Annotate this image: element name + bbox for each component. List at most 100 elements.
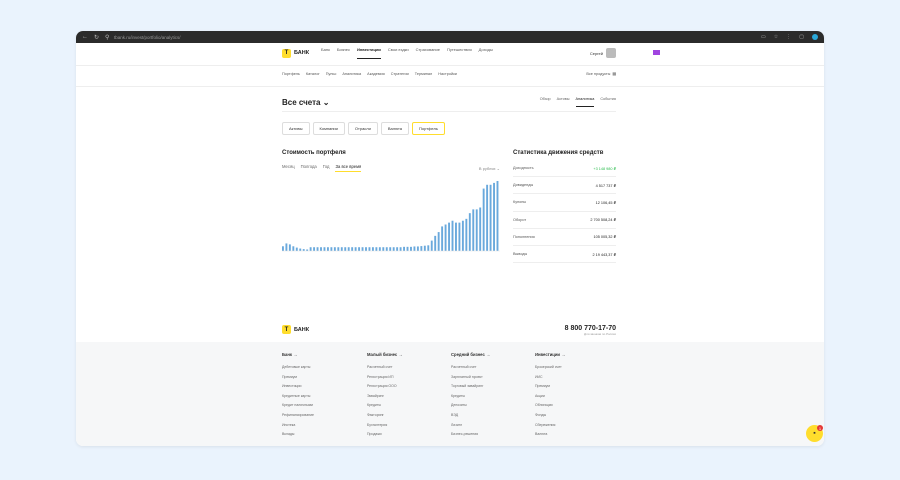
phone-number[interactable]: 8 800 770-17-70	[565, 325, 616, 332]
chart-bar[interactable]	[375, 247, 378, 251]
chart-bar[interactable]	[475, 209, 478, 251]
footer-link[interactable]: Факторинг	[367, 413, 447, 423]
chart-bar[interactable]	[489, 184, 492, 251]
chart-bar[interactable]	[299, 248, 302, 251]
profile-avatar[interactable]	[812, 34, 818, 40]
footer-link[interactable]: Рефинансирование	[282, 413, 362, 423]
segment-button[interactable]: Компании	[312, 122, 345, 135]
footer-link[interactable]: Кредитные карты	[282, 394, 362, 404]
star-icon[interactable]: ☆	[774, 34, 778, 40]
footer-link[interactable]: Расчетный счет	[367, 365, 447, 375]
chart-bar[interactable]	[309, 247, 312, 251]
footer-link[interactable]: Инвестиции	[282, 384, 362, 394]
footer-link[interactable]: Расчетный счет	[451, 365, 531, 375]
footer-link[interactable]: Депозиты	[451, 403, 531, 413]
footer-link[interactable]: Кредиты	[367, 403, 447, 413]
chart-bar[interactable]	[351, 247, 354, 251]
footer-link[interactable]: Регистрация ИП	[367, 375, 447, 385]
chart-bar[interactable]	[326, 247, 329, 251]
segment-button[interactable]: Активы	[282, 122, 310, 135]
footer-link[interactable]: Лизинг	[451, 423, 531, 433]
chart-bar[interactable]	[427, 245, 430, 251]
chart-bar[interactable]	[354, 247, 357, 251]
chart-bar[interactable]	[361, 247, 364, 251]
footer-link[interactable]: Вклады	[282, 432, 362, 442]
chart-bar[interactable]	[493, 182, 495, 251]
currency-dropdown[interactable]: В рублях ⌄	[479, 166, 500, 171]
segment-button[interactable]: Отрасли	[347, 122, 378, 135]
accounts-dropdown[interactable]: Все счета ⌄	[282, 98, 329, 107]
footer-link[interactable]: Бухгалтерия	[367, 423, 447, 433]
chart-bar[interactable]	[458, 222, 461, 251]
chart-bar[interactable]	[344, 247, 347, 251]
chart-bar[interactable]	[451, 220, 454, 251]
chart-bar[interactable]	[378, 247, 381, 251]
sub-nav-item[interactable]: Терминал	[415, 72, 433, 76]
chart-bar[interactable]	[285, 243, 288, 251]
chart-bar[interactable]	[399, 247, 402, 251]
chart-bar[interactable]	[465, 218, 468, 251]
chart-bar[interactable]	[496, 181, 499, 251]
chart-bar[interactable]	[434, 235, 437, 251]
footer-link[interactable]: Эквайринг	[367, 394, 447, 404]
account-tab[interactable]: События	[600, 97, 616, 107]
chart-bar[interactable]	[444, 224, 447, 251]
footer-link[interactable]: Продажи	[367, 432, 447, 442]
extensions-icon[interactable]: ▢	[799, 34, 804, 40]
footer-link[interactable]: Бизнес-решения	[451, 432, 531, 442]
chart-bar[interactable]	[396, 247, 399, 251]
chart-bar[interactable]	[385, 247, 388, 251]
chart-bar[interactable]	[323, 247, 326, 251]
chart-bar[interactable]	[368, 247, 371, 251]
footer-link[interactable]: Дебетовые карты	[282, 365, 362, 375]
period-tab[interactable]: Месяц	[282, 164, 295, 172]
all-products-link[interactable]: Все продукты	[586, 72, 610, 76]
chart-bar[interactable]	[455, 222, 457, 251]
chart-bar[interactable]	[382, 247, 385, 251]
menu-icon[interactable]: ⋮	[786, 34, 791, 40]
logo[interactable]: T БАНК	[282, 48, 309, 58]
chart-bar[interactable]	[316, 247, 319, 251]
chart-bar[interactable]	[437, 232, 440, 251]
footer-link[interactable]: Валюта	[535, 432, 615, 442]
top-nav-item[interactable]: Бизнес	[337, 47, 350, 59]
chart-bar[interactable]	[441, 226, 444, 251]
top-nav-item[interactable]: Путешествия	[447, 47, 472, 59]
chart-bar[interactable]	[420, 246, 423, 251]
top-nav-item[interactable]: Страхование	[416, 47, 440, 59]
period-tab[interactable]: Год	[323, 164, 330, 172]
footer-link[interactable]: Фонды	[535, 413, 615, 423]
chart-bar[interactable]	[482, 188, 485, 251]
chart-bar[interactable]	[371, 247, 374, 251]
footer-column-title[interactable]: Инвестиции →	[535, 352, 615, 357]
period-tab[interactable]: За все время	[335, 164, 362, 172]
chart-bar[interactable]	[358, 247, 361, 251]
address-bar[interactable]: tbank.ru/invest/portfolio/analytics/	[114, 35, 761, 40]
footer-link[interactable]: Кредит наличными	[282, 403, 362, 413]
chart-bar[interactable]	[448, 222, 450, 251]
sub-nav-item[interactable]: Стратегии	[391, 72, 409, 76]
period-tab[interactable]: Полгода	[301, 164, 317, 172]
chart-bar[interactable]	[406, 246, 409, 251]
grid-icon[interactable]: ▦	[612, 71, 616, 76]
footer-link[interactable]: Ипотека	[282, 423, 362, 433]
top-nav-item[interactable]: Банк	[321, 47, 330, 59]
cast-icon[interactable]: ▭	[761, 34, 766, 40]
chart-bar[interactable]	[423, 245, 426, 251]
chart-bar[interactable]	[468, 213, 471, 251]
footer-link[interactable]: ВЭД	[451, 413, 531, 423]
account-tab[interactable]: Активы	[557, 97, 570, 107]
top-nav-item[interactable]: Свои ездки	[388, 47, 409, 59]
footer-link[interactable]: Брокерский счет	[535, 365, 615, 375]
chart-bar[interactable]	[486, 184, 489, 251]
footer-column-title[interactable]: Средний бизнес →	[451, 352, 531, 357]
segment-button[interactable]: Валюта	[380, 122, 410, 135]
account-tab[interactable]: Обзор	[540, 97, 551, 107]
sub-nav-item[interactable]: Академия	[367, 72, 385, 76]
avatar[interactable]	[606, 48, 616, 58]
footer-link[interactable]: Облигации	[535, 403, 615, 413]
chart-bar[interactable]	[392, 247, 395, 251]
sub-nav-item[interactable]: Настройки	[438, 72, 457, 76]
footer-column-title[interactable]: Банк →	[282, 352, 362, 357]
sub-nav-item[interactable]: Аналитика	[342, 72, 361, 76]
